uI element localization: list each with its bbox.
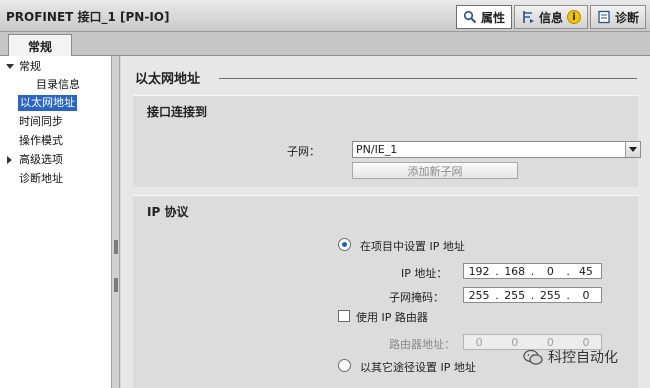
- mask-octet: 255: [504, 288, 526, 302]
- sidebar-item-time-sync[interactable]: 时间同步: [19, 114, 63, 130]
- interface-group-title: 接口连接到: [147, 105, 208, 119]
- sidebar-item-ethernet-address[interactable]: 以太网地址: [18, 95, 77, 111]
- ip-octet: 0: [546, 264, 554, 278]
- info-icon: [521, 10, 535, 24]
- set-ip-other-way-label: 以其它途径设置 IP 地址: [360, 361, 476, 374]
- inspector-title: PROFINET 接口_1 [PN-IO]: [6, 10, 170, 24]
- tab-properties-label: 属性: [480, 10, 505, 25]
- set-ip-other-way-radio[interactable]: [338, 359, 351, 372]
- section-divider: [219, 78, 637, 79]
- use-router-checkbox[interactable]: [338, 310, 350, 322]
- router-address-label: 路由器地址：: [389, 338, 455, 351]
- watermark-text: 科控自动化: [548, 350, 618, 366]
- properties-content: 以太网地址 接口连接到 子网： PN/IE_1 添加新子网 IP 协议 在项目中…: [121, 56, 650, 388]
- tab-info[interactable]: 信息 i: [513, 5, 588, 29]
- splitter-grip[interactable]: [114, 278, 118, 292]
- diagnostics-icon: [597, 10, 611, 24]
- tab-properties[interactable]: 属性: [455, 5, 512, 29]
- expand-down-icon[interactable]: [6, 64, 14, 69]
- watermark: 科控自动化: [523, 347, 618, 367]
- section-title: 以太网地址: [135, 72, 201, 87]
- tab-info-label: 信息: [538, 10, 563, 25]
- subnet-select[interactable]: PN/IE_1: [352, 141, 641, 158]
- ip-octet: 45: [578, 264, 593, 278]
- subnet-mask-label: 子网掩码：: [389, 291, 444, 304]
- sub-tab-bar: 常规: [0, 32, 650, 57]
- mask-octet: 255: [539, 288, 561, 302]
- info-badge-icon: i: [566, 10, 581, 24]
- inspector-title-bar: PROFINET 接口_1 [PN-IO] 属性 信息 i 诊断: [0, 0, 650, 32]
- sidebar-item-general[interactable]: 常规: [19, 59, 41, 75]
- sidebar-item-diagnostic-address[interactable]: 诊断地址: [19, 171, 63, 187]
- subnet-label: 子网：: [287, 145, 320, 158]
- chevron-down-icon[interactable]: [625, 142, 640, 157]
- mask-octet: 0: [582, 288, 590, 302]
- sidebar-nav: 常规 目录信息 以太网地址 时间同步 操作模式 高级选项 诊断地址: [0, 56, 112, 388]
- mask-octet: 255: [468, 288, 490, 302]
- sidebar-item-catalog-info[interactable]: 目录信息: [36, 77, 80, 93]
- sidebar-item-operating-mode[interactable]: 操作模式: [19, 133, 63, 149]
- set-ip-in-project-label: 在项目中设置 IP 地址: [360, 240, 465, 253]
- sidebar-item-advanced-options[interactable]: 高级选项: [19, 152, 63, 168]
- subnet-select-value: PN/IE_1: [356, 143, 398, 156]
- router-octet: 0: [475, 335, 483, 349]
- properties-icon: [463, 10, 477, 24]
- interface-group: 接口连接到 子网： PN/IE_1 添加新子网: [133, 95, 641, 187]
- subnet-mask-field[interactable]: 255. 255. 255. 0: [463, 287, 602, 303]
- tab-general[interactable]: 常规: [8, 34, 72, 57]
- panel-splitter[interactable]: [112, 56, 120, 388]
- use-router-label: 使用 IP 路由器: [356, 311, 428, 324]
- wechat-icon: [523, 349, 543, 366]
- set-ip-in-project-radio[interactable]: [338, 238, 351, 251]
- tab-diagnostics-label: 诊断: [614, 10, 639, 25]
- ip-octet: 192: [468, 264, 490, 278]
- expand-right-icon[interactable]: [7, 156, 12, 164]
- ip-protocol-title: IP 协议: [147, 205, 189, 219]
- ip-address-field[interactable]: 192. 168. 0. 45: [463, 263, 602, 279]
- tab-diagnostics[interactable]: 诊断: [589, 5, 646, 29]
- inspector-tabs: 属性 信息 i 诊断: [455, 5, 646, 29]
- ip-octet: 168: [504, 264, 526, 278]
- add-subnet-button[interactable]: 添加新子网: [352, 162, 518, 179]
- splitter-grip[interactable]: [114, 240, 118, 254]
- ip-address-label: IP 地址：: [401, 267, 448, 280]
